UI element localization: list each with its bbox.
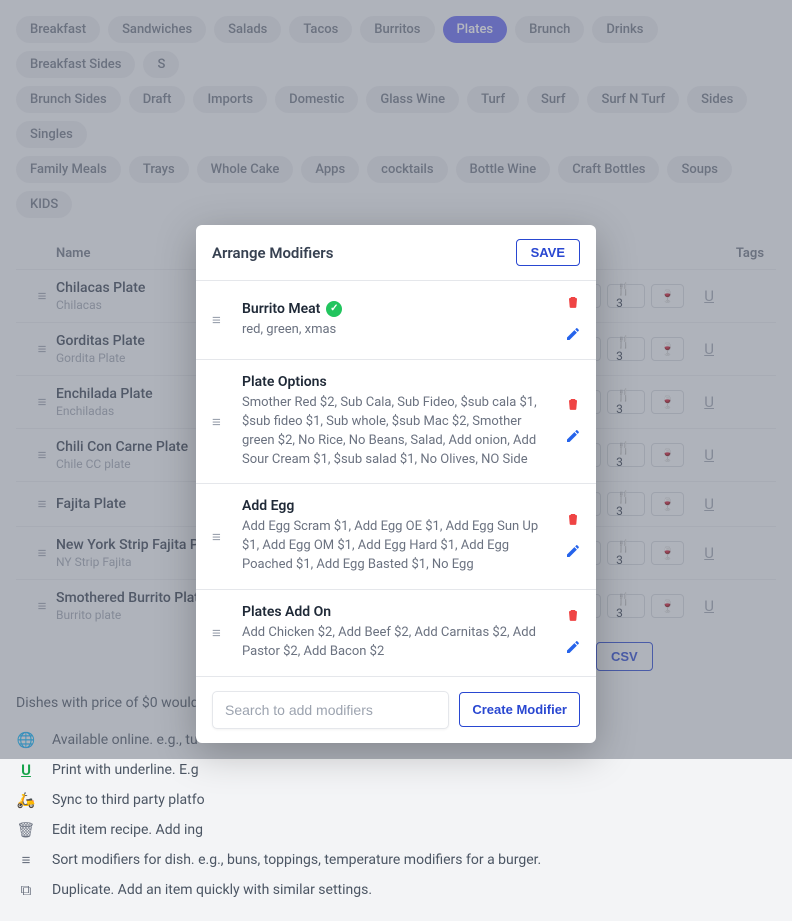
modifier-name: Add Egg bbox=[242, 498, 552, 514]
modal-overlay[interactable]: Arrange Modifiers SAVE ≡ Burrito Meat✓ red… bbox=[0, 0, 792, 759]
modifier-options: Add Egg Scram $1, Add Egg OE $1, Add Egg… bbox=[242, 518, 552, 575]
help-item-text: Sort modifiers for dish. e.g., buns, top… bbox=[52, 852, 541, 868]
delete-icon[interactable] bbox=[566, 512, 580, 530]
help-item: ≡ Sort modifiers for dish. e.g., buns, to… bbox=[16, 845, 776, 875]
arrange-modifiers-modal: Arrange Modifiers SAVE ≡ Burrito Meat✓ red… bbox=[196, 225, 596, 743]
help-item: ⧉ Duplicate. Add an item quickly with sim… bbox=[16, 875, 776, 905]
sort-icon: ≡ bbox=[16, 851, 36, 869]
edit-icon[interactable] bbox=[566, 327, 580, 345]
modifier-name: Plates Add On bbox=[242, 604, 552, 620]
drag-handle-icon[interactable]: ≡ bbox=[212, 413, 228, 431]
drag-handle-icon[interactable]: ≡ bbox=[212, 311, 228, 329]
search-input[interactable] bbox=[212, 691, 449, 729]
modifier-options: Smother Red $2, Sub Cala, Sub Fideo, $su… bbox=[242, 394, 552, 469]
edit-icon[interactable] bbox=[566, 640, 580, 658]
modifier-item: ≡ Add Egg Add Egg Scram $1, Add Egg OE $1,… bbox=[196, 484, 596, 590]
help-item: 🗑 Edit item recipe. Add ing bbox=[16, 815, 776, 845]
help-item: U Print with underline. E.g bbox=[16, 755, 776, 785]
drag-handle-icon[interactable]: ≡ bbox=[212, 624, 228, 642]
modal-header: Arrange Modifiers SAVE bbox=[196, 225, 596, 281]
edit-icon[interactable] bbox=[566, 429, 580, 447]
edit-icon[interactable] bbox=[566, 544, 580, 562]
modifier-item: ≡ Burrito Meat✓ red, green, xmas bbox=[196, 281, 596, 360]
delete-icon[interactable] bbox=[566, 397, 580, 415]
delete-icon[interactable] bbox=[566, 295, 580, 313]
help-item-text: Print with underline. E.g bbox=[52, 762, 199, 778]
help-item-text: Edit item recipe. Add ing bbox=[52, 822, 203, 838]
delete-icon[interactable] bbox=[566, 608, 580, 626]
modifier-name: Plate Options bbox=[242, 374, 552, 390]
modifier-options: Add Chicken $2, Add Beef $2, Add Carnita… bbox=[242, 624, 552, 662]
modifier-name: Burrito Meat✓ bbox=[242, 301, 552, 317]
sync-icon: 🛵 bbox=[16, 791, 36, 809]
recipe-icon: 🗑 bbox=[16, 821, 36, 839]
modifier-item: ≡ Plates Add On Add Chicken $2, Add Beef $… bbox=[196, 590, 596, 677]
modal-title: Arrange Modifiers bbox=[212, 244, 333, 262]
help-item-text: Sync to third party platfo bbox=[52, 792, 205, 808]
help-item: 🛵 Sync to third party platfo bbox=[16, 785, 776, 815]
modifier-options: red, green, xmas bbox=[242, 321, 552, 340]
modal-footer: Create Modifier bbox=[196, 677, 596, 743]
copy-icon: ⧉ bbox=[16, 881, 36, 899]
drag-handle-icon[interactable]: ≡ bbox=[212, 528, 228, 546]
modifier-item: ≡ Plate Options Smother Red $2, Sub Cala, … bbox=[196, 360, 596, 484]
create-modifier-button[interactable]: Create Modifier bbox=[459, 692, 580, 727]
underline-icon: U bbox=[16, 761, 36, 779]
check-icon: ✓ bbox=[326, 301, 342, 317]
save-button[interactable]: SAVE bbox=[516, 239, 580, 266]
help-item-text: Duplicate. Add an item quickly with simi… bbox=[52, 882, 372, 898]
